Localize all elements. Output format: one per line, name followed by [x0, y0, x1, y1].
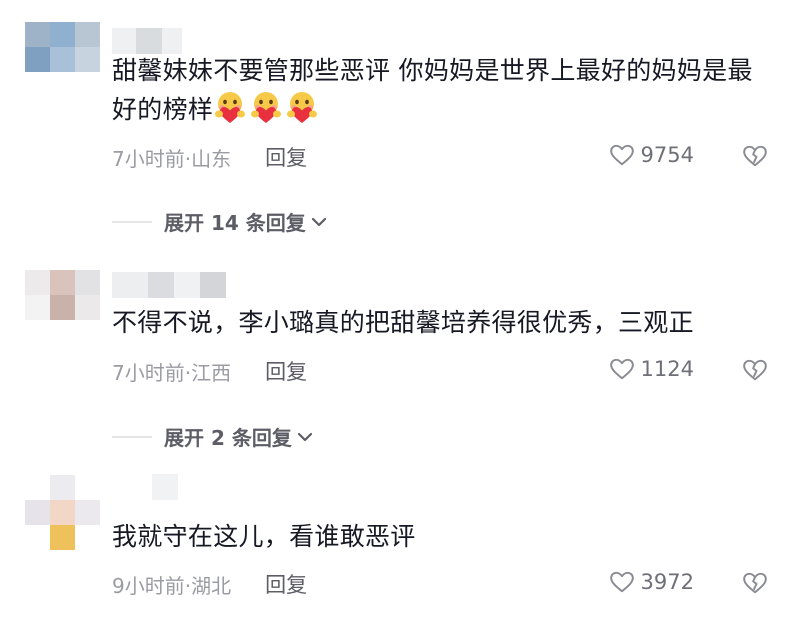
comment-text: 我就守在这儿，看谁敢恶评 [112, 518, 770, 556]
hug-emoji-group [213, 95, 321, 124]
heart-outline-icon [609, 356, 635, 382]
broken-heart-icon[interactable] [742, 570, 768, 596]
avatar[interactable] [25, 22, 100, 97]
comment-meta: 9小时前·湖北 回复 [112, 569, 307, 599]
like-button[interactable]: 9754 [609, 142, 694, 168]
hug-emoji-icon [213, 90, 247, 124]
comment-text-content: 甜馨妹妹不要管那些恶评 你妈妈是世界上最好的妈妈是最好的榜样 [112, 56, 753, 124]
like-button[interactable]: 3972 [609, 569, 694, 595]
broken-heart-icon[interactable] [742, 357, 768, 383]
time-location: 9小时前·湖北 [112, 573, 232, 598]
comment-text-content: 不得不说，李小璐真的把甜馨培养得很优秀，三观正 [112, 308, 694, 337]
expand-label: 展开 14 条回复 [164, 211, 306, 235]
like-count: 9754 [640, 143, 694, 167]
username-blurred[interactable] [112, 474, 178, 500]
comment-text: 甜馨妹妹不要管那些恶评 你妈妈是世界上最好的妈妈是最好的榜样 [112, 52, 770, 129]
heart-outline-icon [609, 142, 635, 168]
expand-replies-button[interactable]: 展开 14 条回复 [112, 207, 329, 236]
divider-line [112, 220, 152, 223]
chevron-down-icon [309, 212, 329, 232]
reply-button[interactable]: 回复 [265, 142, 307, 172]
expand-label: 展开 2 条回复 [164, 426, 292, 450]
time-location: 7小时前·山东 [112, 146, 232, 171]
divider-line [112, 435, 152, 438]
avatar[interactable] [25, 270, 100, 345]
heart-outline-icon [609, 569, 635, 595]
chevron-down-icon [295, 427, 315, 447]
comment-meta: 7小时前·山东 回复 [112, 142, 307, 172]
broken-heart-icon[interactable] [742, 143, 768, 169]
comment-meta: 7小时前·江西 回复 [112, 356, 307, 386]
expand-replies-button[interactable]: 展开 2 条回复 [112, 422, 315, 451]
like-button[interactable]: 1124 [609, 356, 694, 382]
like-count: 3972 [640, 570, 694, 594]
username-blurred[interactable] [112, 272, 226, 298]
reply-button[interactable]: 回复 [265, 569, 307, 599]
comment-text-content: 我就守在这儿，看谁敢恶评 [112, 522, 416, 551]
hug-emoji-icon [249, 90, 283, 124]
comment-text: 不得不说，李小璐真的把甜馨培养得很优秀，三观正 [112, 304, 770, 342]
time-location: 7小时前·江西 [112, 360, 232, 385]
avatar[interactable] [25, 475, 100, 550]
hug-emoji-icon [285, 90, 319, 124]
like-count: 1124 [640, 357, 694, 381]
reply-button[interactable]: 回复 [265, 356, 307, 386]
username-blurred[interactable] [112, 28, 182, 54]
